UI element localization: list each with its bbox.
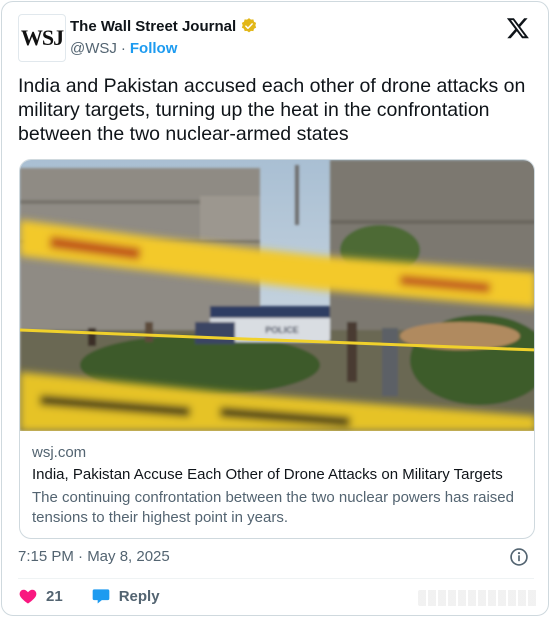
card-domain: wsj.com [32, 444, 87, 461]
card-description: The continuing confrontation between the… [32, 489, 514, 526]
author-handle-row: @WSJ · Follow [70, 40, 177, 57]
tweet-text: India and Pakistan accused each other of… [18, 75, 526, 145]
reply-label: Reply [118, 587, 160, 605]
like-button[interactable]: 21 [18, 586, 63, 606]
handle-separator: · [120, 40, 126, 57]
link-preview-card[interactable]: POLICE wsj.com India, Pakistan Accuse Ea… [19, 159, 535, 539]
tweet-timestamp[interactable]: 7:15 PM · May 8, 2025 [18, 548, 170, 565]
avatar-text: WSJ [20, 25, 64, 50]
info-icon[interactable] [509, 547, 529, 567]
author-display-name[interactable]: The Wall Street Journal [70, 18, 236, 35]
card-title[interactable]: India, Pakistan Accuse Each Other of Dro… [32, 466, 527, 483]
actions-divider [18, 578, 534, 579]
heart-icon [19, 589, 37, 604]
author-handle[interactable]: @WSJ [70, 40, 117, 57]
author-name-row: The Wall Street Journal [70, 17, 258, 35]
wsj-avatar[interactable]: WSJ [18, 14, 66, 62]
follow-button[interactable]: Follow [130, 40, 178, 57]
reply-bubble-icon [92, 589, 110, 604]
verified-badge-icon [242, 18, 257, 33]
tweet-embed-card: WSJ The Wall Street Journal @WSJ · Follo… [1, 1, 549, 616]
action-bar: 21 Reply [18, 586, 188, 606]
article-image: POLICE [20, 160, 534, 431]
like-count: 21 [46, 587, 63, 605]
reply-button[interactable]: Reply [91, 586, 160, 606]
decorative-strip [418, 590, 538, 606]
x-logo-icon[interactable] [506, 16, 530, 40]
police-text: POLICE [265, 325, 299, 335]
